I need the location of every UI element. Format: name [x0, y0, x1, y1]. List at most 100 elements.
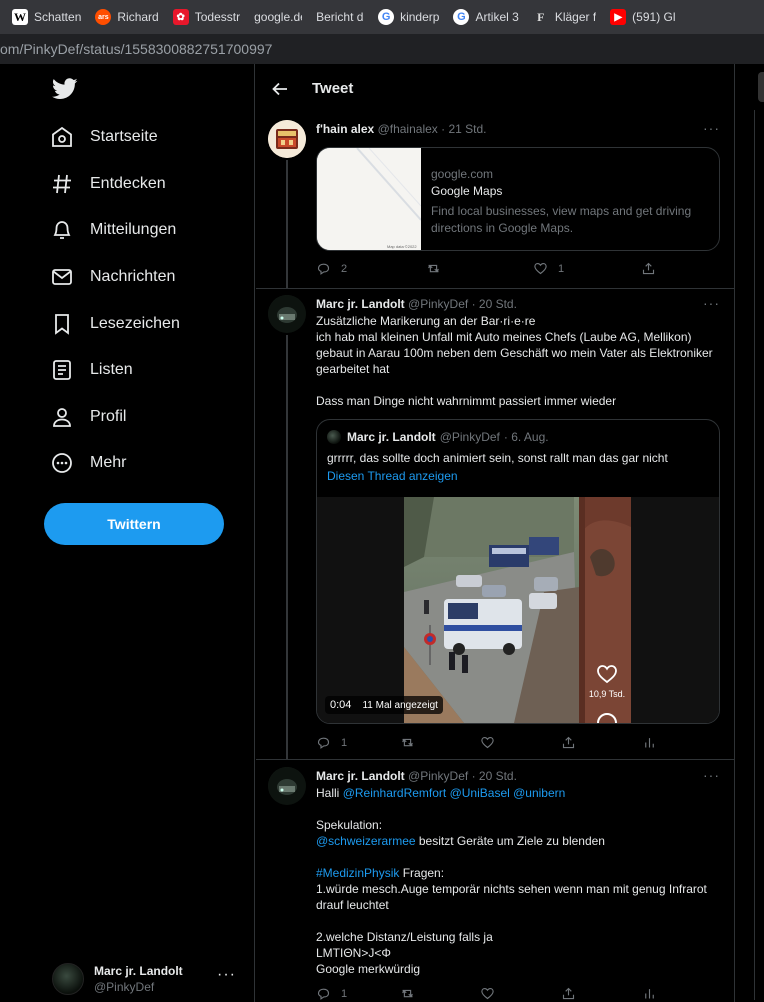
twitter-logo-icon[interactable] [52, 78, 78, 100]
author-handle[interactable]: @PinkyDef [408, 297, 468, 311]
map-image: Map data ©2022 [317, 148, 422, 250]
nav-item-lesezeichen[interactable]: Lesezeichen [50, 304, 180, 344]
bookmark-label: google.de/u [254, 10, 302, 24]
mail-icon [52, 269, 72, 285]
map-thumbnail: Map data ©2022 [317, 148, 422, 250]
author-name[interactable]: f'hain alex [316, 122, 374, 136]
share-button[interactable] [641, 261, 666, 276]
hashtag-icon [53, 174, 71, 194]
bookmark-item[interactable]: W Schatten [12, 6, 81, 28]
back-arrow-icon[interactable] [268, 77, 292, 101]
bookmark-icon [55, 314, 69, 335]
reply-count: 2 [341, 262, 348, 275]
author-name[interactable]: Marc jr. Landolt [316, 769, 405, 783]
bookmark-item[interactable]: F Kläger f [532, 6, 596, 28]
analytics-button[interactable] [642, 986, 667, 1001]
mention-link[interactable]: @schweizerarmee [316, 834, 416, 848]
like-button[interactable] [480, 986, 505, 1001]
avatar [52, 963, 84, 995]
retweet-button[interactable] [400, 986, 425, 1001]
more-options-icon[interactable]: ··· [703, 120, 720, 136]
page-header: Tweet [256, 64, 734, 114]
wikipedia-icon: W [12, 9, 28, 25]
avatar-image [268, 295, 306, 333]
address-url[interactable]: om/PinkyDef/status/1558300882751700997 [0, 41, 272, 57]
video-player[interactable]: 0:04 11 Mal angezeigt 10,9 Tsd. [317, 497, 719, 723]
share-button[interactable] [561, 735, 586, 750]
bookmark-item[interactable]: Gkinderp [378, 6, 439, 28]
nav-item-profil[interactable]: Profil [50, 397, 126, 437]
bookmark-item[interactable]: Bericht der [316, 6, 364, 28]
retweet-icon [428, 264, 439, 273]
quote-time: · 6. Aug. [503, 430, 549, 444]
right-sidebar-border [754, 110, 755, 1000]
nav-item-entdecken[interactable]: Entdecken [50, 164, 166, 204]
account-switcher[interactable]: Marc jr. Landolt @PinkyDef ··· [52, 962, 242, 996]
retweet-icon [402, 989, 413, 998]
analytics-icon [645, 738, 654, 748]
nav-item-nachrichten[interactable]: Nachrichten [50, 257, 175, 297]
avatar[interactable] [268, 295, 306, 333]
bookmark-item[interactable]: ars Richard [95, 6, 159, 28]
reply-icon [317, 737, 330, 749]
analytics-icon [645, 989, 654, 999]
tweet-line: ich hab mal kleinen Unfall mit Auto mein… [316, 330, 692, 344]
like-button[interactable] [480, 735, 505, 750]
tweet[interactable]: f'hain alex @fhainalex · 21 Std. ··· Map… [256, 114, 734, 288]
like-button[interactable]: 1 [533, 261, 564, 276]
tweet-time[interactable]: · 20 Std. [472, 769, 517, 783]
nav-item-listen[interactable]: Listen [50, 350, 133, 390]
nav-label: Nachrichten [90, 268, 176, 285]
faz-icon: F [532, 9, 549, 25]
hashtag-link[interactable]: #MedizinPhysik [316, 866, 399, 880]
account-name: Marc jr. Landolt [94, 964, 183, 978]
reply-button[interactable]: 1 [316, 735, 347, 750]
reply-icon [317, 988, 330, 1000]
heart-icon[interactable] [595, 662, 619, 686]
tweet-line: Spekulation: [316, 818, 383, 832]
author-handle[interactable]: @fhainalex [378, 122, 438, 136]
tweet-greeting: Halli [316, 786, 340, 800]
avatar[interactable] [268, 120, 306, 158]
tweet-time[interactable]: · 20 Std. [472, 297, 517, 311]
quote-author-name: Marc jr. Landolt [347, 430, 436, 444]
share-button[interactable] [561, 986, 586, 1001]
show-thread-link[interactable]: Diesen Thread anzeigen [327, 469, 458, 483]
bookmark-item[interactable]: ▶ (591) Gl [610, 6, 676, 28]
retweet-button[interactable] [400, 735, 425, 750]
more-options-icon[interactable]: ··· [703, 295, 720, 311]
retweet-button[interactable] [426, 261, 451, 276]
heart-icon [534, 262, 547, 275]
analytics-button[interactable] [642, 735, 667, 750]
nav-item-mehr[interactable]: Mehr [50, 443, 126, 483]
tweet[interactable]: Marc jr. Landolt @PinkyDef · 20 Std. ···… [256, 289, 734, 759]
tweet-actions: 2 1 [316, 261, 726, 281]
tweet[interactable]: Marc jr. Landolt @PinkyDef · 20 Std. ···… [256, 760, 734, 1002]
avatar-image [268, 767, 306, 805]
nav-item-startseite[interactable]: Startseite [50, 117, 158, 157]
reply-button[interactable]: 2 [316, 261, 347, 276]
account-more-icon[interactable]: ··· [217, 966, 236, 984]
list-icon [53, 360, 71, 380]
avatar[interactable] [268, 767, 306, 805]
author-handle[interactable]: @PinkyDef [408, 769, 468, 783]
bookmark-item[interactable]: ✿ Todesstr [172, 6, 241, 28]
bookmark-label: Todesstr [194, 10, 241, 24]
link-title: Google Maps [431, 184, 503, 198]
bookmark-item[interactable]: G Artikel 3 [453, 6, 519, 28]
reply-button[interactable]: 1 [316, 986, 347, 1001]
tweet-text: Zusätzliche Marikerung an der Bar·ri·e·r… [316, 313, 720, 409]
more-options-icon[interactable]: ··· [703, 767, 720, 783]
tweet-time[interactable]: · 21 Std. [441, 122, 486, 136]
nav-item-mitteilungen[interactable]: Mitteilungen [50, 210, 176, 250]
bookmark-item[interactable]: google.de/u [254, 6, 302, 28]
tweet-button[interactable]: Twittern [44, 503, 224, 545]
quote-tweet[interactable]: Marc jr. Landolt @PinkyDef · 6. Aug. grr… [316, 419, 720, 724]
mention-links[interactable]: @ReinhardRemfort @UniBasel @unibern [343, 786, 566, 800]
author-name[interactable]: Marc jr. Landolt [316, 297, 405, 311]
tweet-actions: 1 [316, 735, 726, 755]
tweet-text: Halli @ReinhardRemfort @UniBasel @uniber… [316, 785, 720, 977]
address-bar[interactable]: om/PinkyDef/status/1558300882751700997 [0, 34, 764, 64]
reply-count: 1 [341, 736, 348, 749]
link-card[interactable]: Map data ©2022 google.com Google Maps Fi… [316, 147, 720, 251]
